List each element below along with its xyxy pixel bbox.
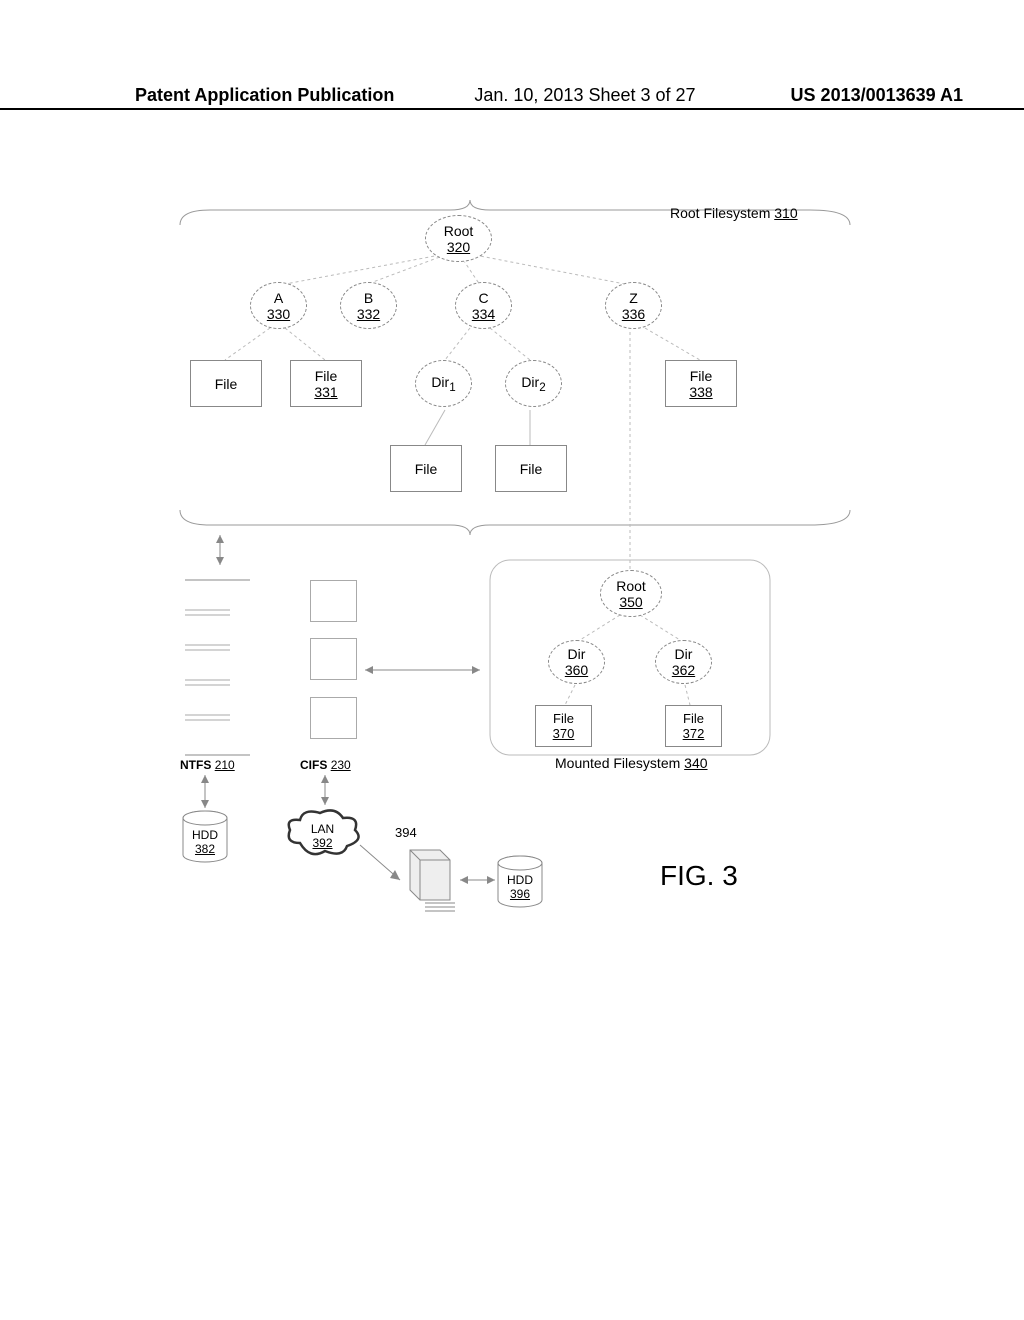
file-331: File 331	[290, 360, 362, 407]
hdd-396-name: HDD	[507, 873, 533, 887]
drive-a-name: A	[274, 290, 283, 306]
file-338: File 338	[665, 360, 737, 407]
dir1-text: Dir1	[431, 374, 455, 394]
file-331-name: File	[315, 368, 338, 384]
ntfs-num: 210	[215, 758, 235, 772]
dir-360-name: Dir	[568, 646, 586, 662]
dir2-node: Dir2	[505, 360, 562, 407]
dir1-node: Dir1	[415, 360, 472, 407]
drive-z-name: Z	[629, 290, 638, 306]
file-338-num: 338	[689, 384, 712, 400]
drive-c: C 334	[455, 282, 512, 329]
hdd-382: HDD 382	[180, 810, 230, 865]
drive-a: A 330	[250, 282, 307, 329]
root-350-num: 350	[619, 594, 642, 610]
header-pub-number: US 2013/0013639 A1	[791, 85, 963, 106]
hdd-396-num: 396	[510, 887, 530, 901]
root-node: Root 320	[425, 215, 492, 262]
drive-b-name: B	[364, 290, 373, 306]
drive-z: Z 336	[605, 282, 662, 329]
hdd-382-name: HDD	[192, 828, 218, 842]
lan-name: LAN	[311, 822, 334, 836]
rootfs-text: Root Filesystem	[670, 205, 770, 221]
drive-b: B 332	[340, 282, 397, 329]
ntfs-name: NTFS	[180, 758, 211, 772]
mounted-num: 340	[684, 755, 707, 771]
file-dir1: File	[390, 445, 462, 492]
mounted-text: Mounted Filesystem	[555, 755, 680, 771]
cifs-box-1	[310, 580, 357, 622]
mounted-fs-label: Mounted Filesystem 340	[555, 755, 708, 771]
file-dir2-text: File	[520, 461, 543, 477]
file-370-num: 370	[553, 726, 575, 741]
lan-num: 392	[312, 836, 332, 850]
dir-360-num: 360	[565, 662, 588, 678]
root-350: Root 350	[600, 570, 662, 617]
lan-cloud: LAN 392	[285, 808, 360, 863]
drive-z-num: 336	[622, 306, 645, 322]
dir-362-name: Dir	[675, 646, 693, 662]
root-filesystem-label: Root Filesystem 310	[670, 205, 798, 221]
rootfs-num: 310	[774, 205, 797, 221]
cifs-label: CIFS 230	[300, 758, 351, 772]
hdd-382-num: 382	[195, 842, 215, 856]
file-372: File 372	[665, 705, 722, 747]
drive-b-num: 332	[357, 306, 380, 322]
cifs-name: CIFS	[300, 758, 327, 772]
filesystem-diagram: Root Filesystem 310 Root 320 A 330 B 332…	[170, 200, 870, 920]
dir-362: Dir 362	[655, 640, 712, 684]
file-370-name: File	[553, 711, 574, 726]
file-a1-text: File	[215, 376, 238, 392]
page-header: Patent Application Publication Jan. 10, …	[0, 85, 1024, 110]
cifs-box-3	[310, 697, 357, 739]
cifs-num: 230	[331, 758, 351, 772]
file-372-num: 372	[683, 726, 705, 741]
file-dir1-text: File	[415, 461, 438, 477]
file-370: File 370	[535, 705, 592, 747]
hdd-396: HDD 396	[495, 855, 545, 910]
dir-360: Dir 360	[548, 640, 605, 684]
file-dir2: File	[495, 445, 567, 492]
drive-c-name: C	[478, 290, 488, 306]
root-350-name: Root	[616, 578, 646, 594]
drive-a-num: 330	[267, 306, 290, 322]
file-372-name: File	[683, 711, 704, 726]
drive-c-num: 334	[472, 306, 495, 322]
file-node-a1: File	[190, 360, 262, 407]
figure-label: FIG. 3	[660, 860, 740, 892]
file-338-name: File	[690, 368, 713, 384]
dir2-text: Dir2	[521, 374, 545, 394]
header-publication: Patent Application Publication	[135, 85, 394, 106]
server-icon	[400, 845, 460, 915]
ntfs-label: NTFS 210	[180, 758, 235, 772]
dir-362-num: 362	[672, 662, 695, 678]
root-num: 320	[447, 239, 470, 255]
cifs-box-2	[310, 638, 357, 680]
file-331-num: 331	[314, 384, 337, 400]
root-name: Root	[444, 223, 474, 239]
server-394-label: 394	[395, 825, 417, 840]
header-date-sheet: Jan. 10, 2013 Sheet 3 of 27	[474, 85, 695, 106]
